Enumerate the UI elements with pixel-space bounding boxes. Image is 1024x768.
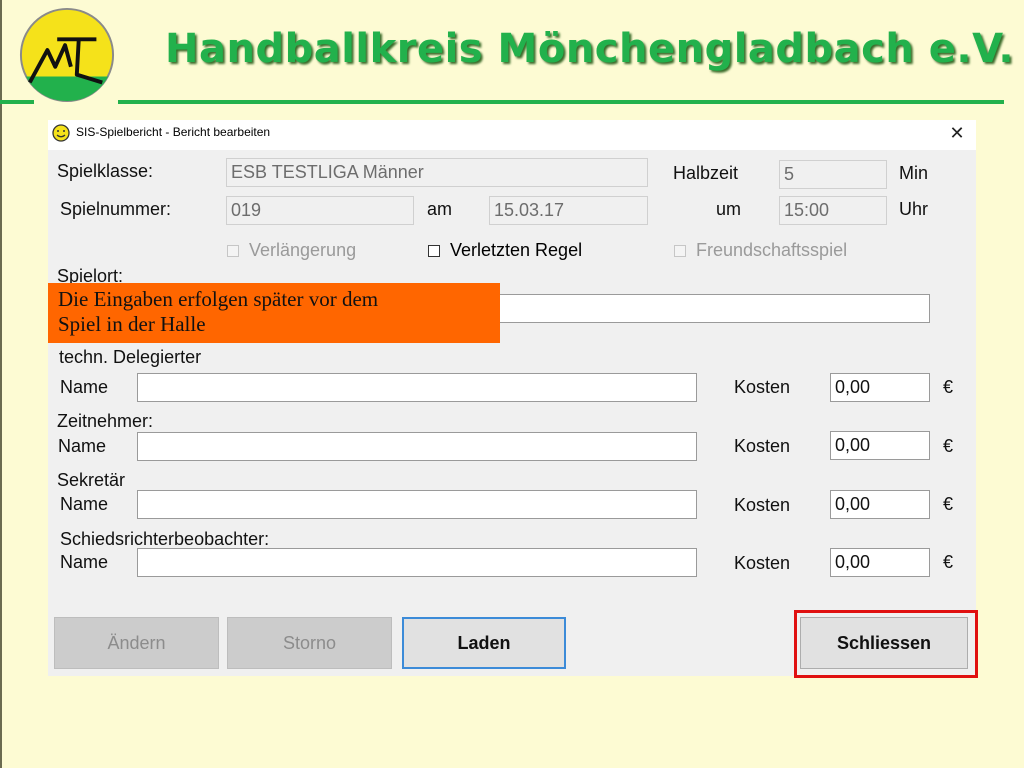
beobachter-name-field[interactable] [137,548,697,577]
header-divider-left [0,100,34,104]
sekretaer-kosten-field[interactable]: 0,00 [830,490,930,519]
verletzten-regel-checkbox[interactable]: Verletzten Regel [428,240,582,261]
slide-frame-left [0,0,2,768]
halbzeit-label: Halbzeit [673,163,739,183]
name-label: Name [60,494,109,514]
zeitnehmer-label: Zeitnehmer: [57,411,154,431]
sekretaer-label: Sekretär [57,470,126,490]
verlaengerung-checkbox[interactable]: Verlängerung [227,240,356,261]
header-divider [118,100,1004,104]
spielklasse-label: Spielklasse: [57,161,154,181]
delegierter-label: techn. Delegierter [59,347,202,367]
freundschaftsspiel-checkbox[interactable]: Freundschaftsspiel [674,240,847,261]
storno-button[interactable]: Storno [227,617,392,669]
smiley-icon [52,124,70,142]
am-label: am [427,199,453,219]
sekretaer-name-field[interactable] [137,490,697,519]
checkbox-icon [227,244,239,257]
dialog-window: SIS-Spielbericht - Bericht bearbeiten ✕ … [48,120,976,676]
club-logo [19,7,115,103]
annotation-note: Die Eingaben erfolgen später vor dem Spi… [48,283,500,343]
delegierter-kosten-field[interactable]: 0,00 [830,373,930,402]
verlaengerung-label: Verlängerung [249,240,357,260]
euro-label: € [943,436,954,456]
euro-label: € [943,494,954,514]
aendern-button[interactable]: Ändern [54,617,219,669]
dialog-title: SIS-Spielbericht - Bericht bearbeiten [76,125,271,139]
freundschaftsspiel-label: Freundschaftsspiel [696,240,848,260]
beobachter-kosten-field[interactable]: 0,00 [830,548,930,577]
verletzten-regel-label: Verletzten Regel [450,240,583,260]
time-field[interactable]: 15:00 [779,196,887,225]
note-line-2: Spiel in der Halle [58,312,206,336]
close-icon[interactable]: ✕ [944,120,970,146]
laden-button[interactable]: Laden [402,617,566,669]
name-label: Name [60,377,109,397]
spielklasse-field[interactable]: ESB TESTLIGA Männer [226,158,648,187]
checkbox-icon [674,244,686,257]
uhr-label: Uhr [899,199,929,219]
euro-label: € [943,552,954,572]
kosten-label: Kosten [734,436,791,456]
min-label: Min [899,163,929,183]
dialog-titlebar: SIS-Spielbericht - Bericht bearbeiten ✕ [48,120,976,150]
zeitnehmer-name-field[interactable] [137,432,697,461]
page-title: Handballkreis Mönchengladbach e.V. [165,26,1015,72]
checkbox-icon [428,244,440,257]
spielort-field[interactable] [488,294,930,323]
name-label: Name [58,436,107,456]
kosten-label: Kosten [734,377,791,397]
name-label: Name [60,552,109,572]
halbzeit-field[interactable]: 5 [779,160,887,189]
note-line-1: Die Eingaben erfolgen später vor dem [58,287,379,311]
spielnummer-field[interactable]: 019 [226,196,414,225]
kosten-label: Kosten [734,553,791,573]
zeitnehmer-kosten-field[interactable]: 0,00 [830,431,930,460]
delegierter-name-field[interactable] [137,373,697,402]
beobachter-label: Schiedsrichterbeobachter: [60,529,270,549]
date-field[interactable]: 15.03.17 [489,196,648,225]
schliessen-highlight [794,610,978,678]
euro-label: € [943,377,954,397]
spielnummer-label: Spielnummer: [60,199,172,219]
um-label: um [716,199,742,219]
kosten-label: Kosten [734,495,791,515]
